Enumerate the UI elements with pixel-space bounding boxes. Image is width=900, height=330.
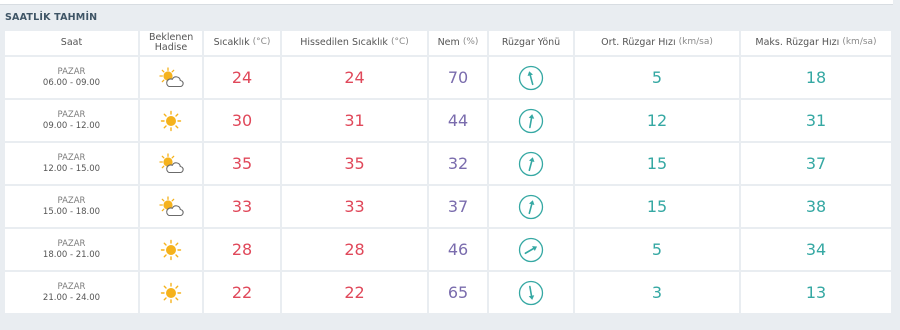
partly-cloudy-icon bbox=[158, 195, 184, 218]
temperature: 33 bbox=[204, 186, 280, 227]
time-cell: PAZAR 09.00 - 12.00 bbox=[5, 100, 138, 141]
partly-cloudy-icon bbox=[158, 152, 184, 175]
hourly-forecast-table: Saat Beklenen Hadise Sıcaklık (°C) Hisse… bbox=[5, 31, 891, 315]
header-wind-max: Maks. Rüzgar Hızı (km/sa) bbox=[741, 31, 891, 55]
forecast-row: PAZAR 18.00 - 21.00 28 28 46 5 34 bbox=[5, 229, 891, 272]
sunny-icon bbox=[158, 239, 184, 261]
header-event: Beklenen Hadise bbox=[140, 31, 202, 55]
feels-like-temperature: 28 bbox=[282, 229, 427, 270]
forecast-row: PAZAR 15.00 - 18.00 33 33 37 15 38 bbox=[5, 186, 891, 229]
time-range: 09.00 - 12.00 bbox=[42, 120, 101, 131]
forecast-row: PAZAR 09.00 - 12.00 30 31 44 12 31 bbox=[5, 100, 891, 143]
average-wind-speed: 3 bbox=[575, 272, 739, 313]
weather-event-cell bbox=[140, 229, 202, 270]
day-label: PAZAR bbox=[57, 195, 86, 206]
header-wind-direction: Rüzgar Yönü bbox=[489, 31, 573, 55]
wind-direction-cell bbox=[489, 229, 573, 270]
forecast-row: PAZAR 06.00 - 09.00 24 24 70 5 18 bbox=[5, 57, 891, 100]
top-panel-edge bbox=[0, 0, 893, 5]
humidity: 37 bbox=[429, 186, 487, 227]
wind-direction-cell bbox=[489, 186, 573, 227]
table-header-row: Saat Beklenen Hadise Sıcaklık (°C) Hisse… bbox=[5, 31, 891, 57]
partly-cloudy-icon bbox=[158, 66, 184, 89]
average-wind-speed: 15 bbox=[575, 186, 739, 227]
temperature: 30 bbox=[204, 100, 280, 141]
average-wind-speed: 5 bbox=[575, 57, 739, 98]
day-label: PAZAR bbox=[57, 238, 86, 249]
average-wind-speed: 12 bbox=[575, 100, 739, 141]
section-title: SAATLİK TAHMİN bbox=[5, 12, 98, 23]
time-range: 06.00 - 09.00 bbox=[42, 77, 101, 88]
time-cell: PAZAR 21.00 - 24.00 bbox=[5, 272, 138, 313]
wind-direction-cell bbox=[489, 100, 573, 141]
day-label: PAZAR bbox=[57, 281, 86, 292]
sunny-icon bbox=[158, 282, 184, 304]
temperature: 24 bbox=[204, 57, 280, 98]
humidity: 44 bbox=[429, 100, 487, 141]
weather-event-cell bbox=[140, 186, 202, 227]
forecast-row: PAZAR 21.00 - 24.00 22 22 65 3 13 bbox=[5, 272, 891, 315]
max-wind-speed: 37 bbox=[741, 143, 891, 184]
header-time: Saat bbox=[5, 31, 138, 55]
max-wind-speed: 34 bbox=[741, 229, 891, 270]
time-range: 15.00 - 18.00 bbox=[42, 206, 101, 217]
day-label: PAZAR bbox=[57, 152, 86, 163]
feels-like-temperature: 35 bbox=[282, 143, 427, 184]
day-label: PAZAR bbox=[57, 109, 86, 120]
weather-event-cell bbox=[140, 143, 202, 184]
wind-direction-compass-icon bbox=[518, 237, 544, 263]
header-temp: Sıcaklık (°C) bbox=[204, 31, 280, 55]
humidity: 32 bbox=[429, 143, 487, 184]
wind-direction-compass-icon bbox=[518, 108, 544, 134]
header-feels: Hissedilen Sıcaklık (°C) bbox=[282, 31, 427, 55]
wind-direction-cell bbox=[489, 272, 573, 313]
time-cell: PAZAR 06.00 - 09.00 bbox=[5, 57, 138, 98]
temperature: 22 bbox=[204, 272, 280, 313]
max-wind-speed: 38 bbox=[741, 186, 891, 227]
wind-direction-compass-icon bbox=[518, 280, 544, 306]
weather-event-cell bbox=[140, 57, 202, 98]
time-range: 18.00 - 21.00 bbox=[42, 249, 101, 260]
time-cell: PAZAR 12.00 - 15.00 bbox=[5, 143, 138, 184]
feels-like-temperature: 24 bbox=[282, 57, 427, 98]
time-range: 12.00 - 15.00 bbox=[42, 163, 101, 174]
wind-direction-cell bbox=[489, 143, 573, 184]
humidity: 46 bbox=[429, 229, 487, 270]
weather-event-cell bbox=[140, 272, 202, 313]
humidity: 70 bbox=[429, 57, 487, 98]
wind-direction-cell bbox=[489, 57, 573, 98]
weather-event-cell bbox=[140, 100, 202, 141]
feels-like-temperature: 33 bbox=[282, 186, 427, 227]
temperature: 35 bbox=[204, 143, 280, 184]
wind-direction-compass-icon bbox=[518, 194, 544, 220]
time-cell: PAZAR 18.00 - 21.00 bbox=[5, 229, 138, 270]
max-wind-speed: 31 bbox=[741, 100, 891, 141]
header-wind-avg: Ort. Rüzgar Hızı (km/sa) bbox=[575, 31, 739, 55]
feels-like-temperature: 22 bbox=[282, 272, 427, 313]
max-wind-speed: 18 bbox=[741, 57, 891, 98]
average-wind-speed: 15 bbox=[575, 143, 739, 184]
time-range: 21.00 - 24.00 bbox=[42, 292, 101, 303]
temperature: 28 bbox=[204, 229, 280, 270]
time-cell: PAZAR 15.00 - 18.00 bbox=[5, 186, 138, 227]
day-label: PAZAR bbox=[57, 66, 86, 77]
sunny-icon bbox=[158, 110, 184, 132]
feels-like-temperature: 31 bbox=[282, 100, 427, 141]
wind-direction-compass-icon bbox=[518, 65, 544, 91]
forecast-row: PAZAR 12.00 - 15.00 35 35 32 15 37 bbox=[5, 143, 891, 186]
header-humidity: Nem (%) bbox=[429, 31, 487, 55]
max-wind-speed: 13 bbox=[741, 272, 891, 313]
humidity: 65 bbox=[429, 272, 487, 313]
wind-direction-compass-icon bbox=[518, 151, 544, 177]
average-wind-speed: 5 bbox=[575, 229, 739, 270]
